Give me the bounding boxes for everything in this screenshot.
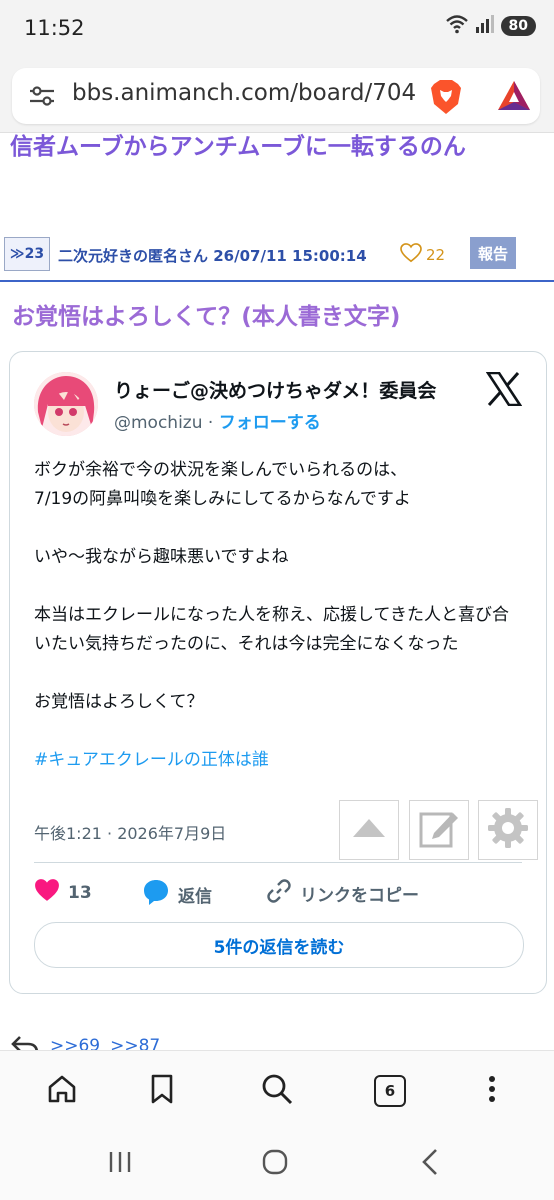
tweet-like-count: 13 — [68, 882, 92, 903]
reply-link[interactable]: >>87 — [110, 1036, 160, 1051]
post-divider — [0, 280, 554, 282]
triangle-up-icon — [351, 817, 387, 843]
tweet-actions: 13 返信 リンクをコピー — [34, 878, 522, 910]
like-button[interactable]: 22 — [400, 243, 445, 267]
embedded-tweet[interactable]: りょーご@決めつけちゃダメ！委員会 @mochizu · フォローする ボクが余… — [9, 351, 547, 994]
home-icon — [47, 1074, 77, 1108]
tab-count-badge: 6 — [374, 1075, 406, 1107]
status-time: 11:52 — [24, 16, 85, 40]
home-button[interactable] — [42, 1071, 82, 1111]
status-icons: 80 — [445, 14, 536, 38]
system-home-button[interactable] — [255, 1146, 295, 1182]
more-vertical-icon — [488, 1075, 496, 1107]
brave-rewards-icon[interactable] — [496, 78, 532, 118]
tweet-like-button[interactable]: 13 — [34, 878, 92, 907]
menu-button[interactable] — [472, 1071, 512, 1111]
browser-toolbar: bbs.animanch.com/board/7045 — [0, 58, 554, 133]
address-bar[interactable]: bbs.animanch.com/board/7045 — [12, 68, 540, 124]
follow-link[interactable]: フォローする — [219, 413, 321, 433]
tab-count: 6 — [384, 1082, 396, 1100]
signal-icon — [475, 15, 495, 37]
search-button[interactable] — [257, 1071, 297, 1111]
pencil-edit-icon — [418, 807, 460, 853]
link-icon — [266, 878, 292, 909]
search-icon — [261, 1073, 293, 1109]
url-text[interactable]: bbs.animanch.com/board/7045 — [72, 80, 417, 106]
handle-separator: · — [202, 413, 219, 433]
bookmark-icon — [150, 1074, 174, 1108]
compose-button[interactable] — [409, 800, 469, 860]
reply-links-row: >>69 >>87 — [10, 1031, 160, 1050]
circle-home-icon — [261, 1148, 289, 1180]
post-meta-row: ≫23 二次元好きの匿名さん 26/07/11 15:00:14 22 報告 — [4, 237, 524, 271]
tweet-author-name[interactable]: りょーご@決めつけちゃダメ！委員会 — [114, 376, 436, 403]
settings-button[interactable] — [478, 800, 538, 860]
reply-arrow-icon — [10, 1031, 40, 1050]
battery-indicator: 80 — [500, 16, 536, 36]
tweet-timestamp[interactable]: 午後1:21 · 2026年7月9日 — [34, 820, 226, 844]
reply-bubble-icon — [142, 878, 170, 911]
report-button[interactable]: 報告 — [470, 237, 516, 269]
hashtag-link[interactable]: #キュアエクレールの正体は誰 — [34, 746, 524, 775]
tweet-reply-button[interactable]: 返信 — [142, 878, 212, 911]
wifi-icon — [445, 14, 469, 38]
brave-shields-icon[interactable] — [428, 78, 464, 120]
tweet-line: お覚悟はよろしくて？ — [34, 692, 204, 712]
scroll-top-button[interactable] — [339, 800, 399, 860]
system-navigation-bar — [0, 1128, 554, 1200]
back-chevron-icon — [420, 1148, 440, 1180]
tweet-author-handle-row: @mochizu · フォローする — [114, 408, 321, 433]
like-count: 22 — [426, 246, 446, 264]
copy-link-button[interactable]: リンクをコピー — [266, 878, 419, 909]
post-title: お覚悟はよろしくて？(本人書き文字) — [12, 304, 401, 330]
tweet-handle[interactable]: @mochizu — [114, 413, 203, 433]
tweet-line: 本当はエクレールになった人を称え、応援してきた人と喜び合いたい気持ちだったのに、… — [34, 605, 509, 654]
poster-name: 二次元好きの匿名さん — [58, 247, 209, 265]
reply-link[interactable]: >>69 — [50, 1036, 100, 1051]
read-replies-button[interactable]: 5件の返信を読む — [34, 922, 524, 968]
status-bar: 11:52 80 — [0, 0, 554, 58]
gear-icon — [486, 806, 530, 854]
reply-number-link[interactable]: ≫23 — [4, 237, 50, 271]
tweet-text: ボクが余裕で今の状況を楽しんでいられるのは、 7/19の阿鼻叫喚を楽しみにしてる… — [34, 456, 524, 775]
browser-bottom-nav: 6 — [0, 1050, 554, 1129]
x-logo-icon[interactable] — [485, 371, 523, 410]
heart-filled-icon — [34, 878, 60, 907]
avatar[interactable] — [34, 372, 98, 436]
system-back-button[interactable] — [410, 1146, 450, 1182]
site-settings-icon[interactable] — [28, 84, 56, 112]
bookmarks-button[interactable] — [142, 1071, 182, 1111]
tweet-separator — [34, 862, 522, 863]
recent-apps-button[interactable] — [100, 1146, 140, 1182]
tweet-line: いや～我ながら趣味悪いですよね — [34, 547, 289, 567]
heart-outline-icon — [400, 243, 422, 267]
previous-post-title: 信者ムーブからアンチムーブに一転するのん — [10, 134, 466, 160]
tweet-line: ボクが余裕で今の状況を楽しんでいられるのは、 — [34, 460, 408, 480]
copy-link-label: リンクをコピー — [300, 886, 419, 906]
post-datetime: 26/07/11 15:00:14 — [213, 247, 367, 265]
recent-apps-icon — [106, 1150, 134, 1178]
tweet-line: 7/19の阿鼻叫喚を楽しみにしてるからなんですよ — [34, 489, 411, 509]
poster-info: 二次元好きの匿名さん 26/07/11 15:00:14 — [58, 245, 367, 266]
tabs-button[interactable]: 6 — [370, 1071, 410, 1111]
page-content: 信者ムーブからアンチムーブに一転するのん ≫23 二次元好きの匿名さん 26/0… — [0, 133, 554, 1050]
tweet-reply-label: 返信 — [178, 887, 212, 907]
